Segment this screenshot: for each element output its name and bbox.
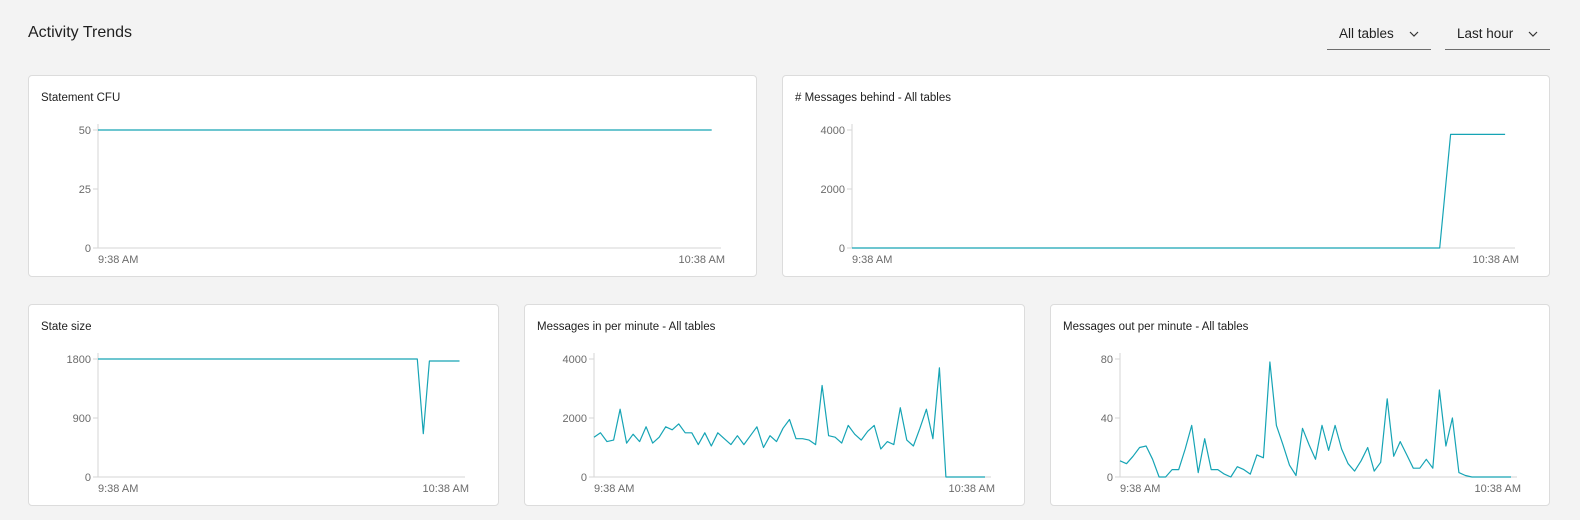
x-tick-label: 9:38 AM	[1120, 483, 1160, 495]
y-tick-label: 25	[79, 184, 91, 196]
messages-in-chart: 0 2000 4000 9:38 AM 10:38 AM	[563, 353, 995, 495]
tables-filter-dropdown[interactable]: All tables	[1327, 18, 1431, 50]
chevron-down-icon	[1409, 31, 1419, 37]
y-tick-label: 0	[85, 472, 91, 484]
x-tick-label: 9:38 AM	[98, 483, 138, 495]
y-tick-label: 2000	[821, 184, 845, 196]
x-tick-label: 9:38 AM	[98, 254, 138, 266]
messages-in-card: Messages in per minute - All tables 0 200…	[524, 304, 1025, 506]
x-tick-label: 10:38 AM	[679, 254, 725, 266]
messages-out-card: Messages out per minute - All tables 0 40…	[1050, 304, 1550, 506]
x-tick-label: 10:38 AM	[423, 483, 469, 495]
state-size-card: State size 0 900 1800 9:38 AM 10:38 AM	[28, 304, 499, 506]
statement-cfu-chart: 0 25 50 9:38 AM 10:38 AM	[79, 124, 725, 266]
series-line	[98, 358, 460, 435]
x-tick-label: 9:38 AM	[594, 483, 634, 495]
state-size-chart: 0 900 1800 9:38 AM 10:38 AM	[67, 353, 469, 495]
tables-filter-value: All tables	[1339, 26, 1394, 41]
y-tick-label: 0	[1107, 472, 1113, 484]
messages-behind-card: # Messages behind - All tables 0 2000 4000…	[782, 75, 1550, 277]
y-tick-label: 50	[79, 125, 91, 137]
series-line	[593, 367, 985, 478]
statement-cfu-card: Statement CFU 0 25 50 9:38 AM 10:38 AM	[28, 75, 757, 277]
y-tick-label: 2000	[563, 413, 587, 425]
y-tick-label: 80	[1101, 354, 1113, 366]
y-tick-label: 0	[839, 243, 845, 255]
x-tick-label: 10:38 AM	[1475, 483, 1521, 495]
page-title: Activity Trends	[28, 24, 133, 41]
y-tick-label: 1800	[67, 354, 91, 366]
x-tick-label: 10:38 AM	[1473, 254, 1519, 266]
series-line	[852, 133, 1506, 249]
time-range-value: Last hour	[1457, 26, 1514, 41]
x-tick-label: 9:38 AM	[852, 254, 892, 266]
x-tick-label: 10:38 AM	[949, 483, 995, 495]
messages-behind-chart: 0 2000 4000 9:38 AM 10:38 AM	[821, 124, 1519, 266]
y-tick-label: 40	[1101, 413, 1113, 425]
messages-out-chart: 0 40 80 9:38 AM 10:38 AM	[1101, 353, 1521, 495]
series-line	[1119, 361, 1511, 478]
y-tick-label: 4000	[821, 125, 845, 137]
chevron-down-icon	[1528, 31, 1538, 37]
y-tick-label: 900	[73, 413, 91, 425]
y-tick-label: 0	[581, 472, 587, 484]
y-tick-label: 0	[85, 243, 91, 255]
y-tick-label: 4000	[563, 354, 587, 366]
time-range-dropdown[interactable]: Last hour	[1445, 18, 1550, 50]
